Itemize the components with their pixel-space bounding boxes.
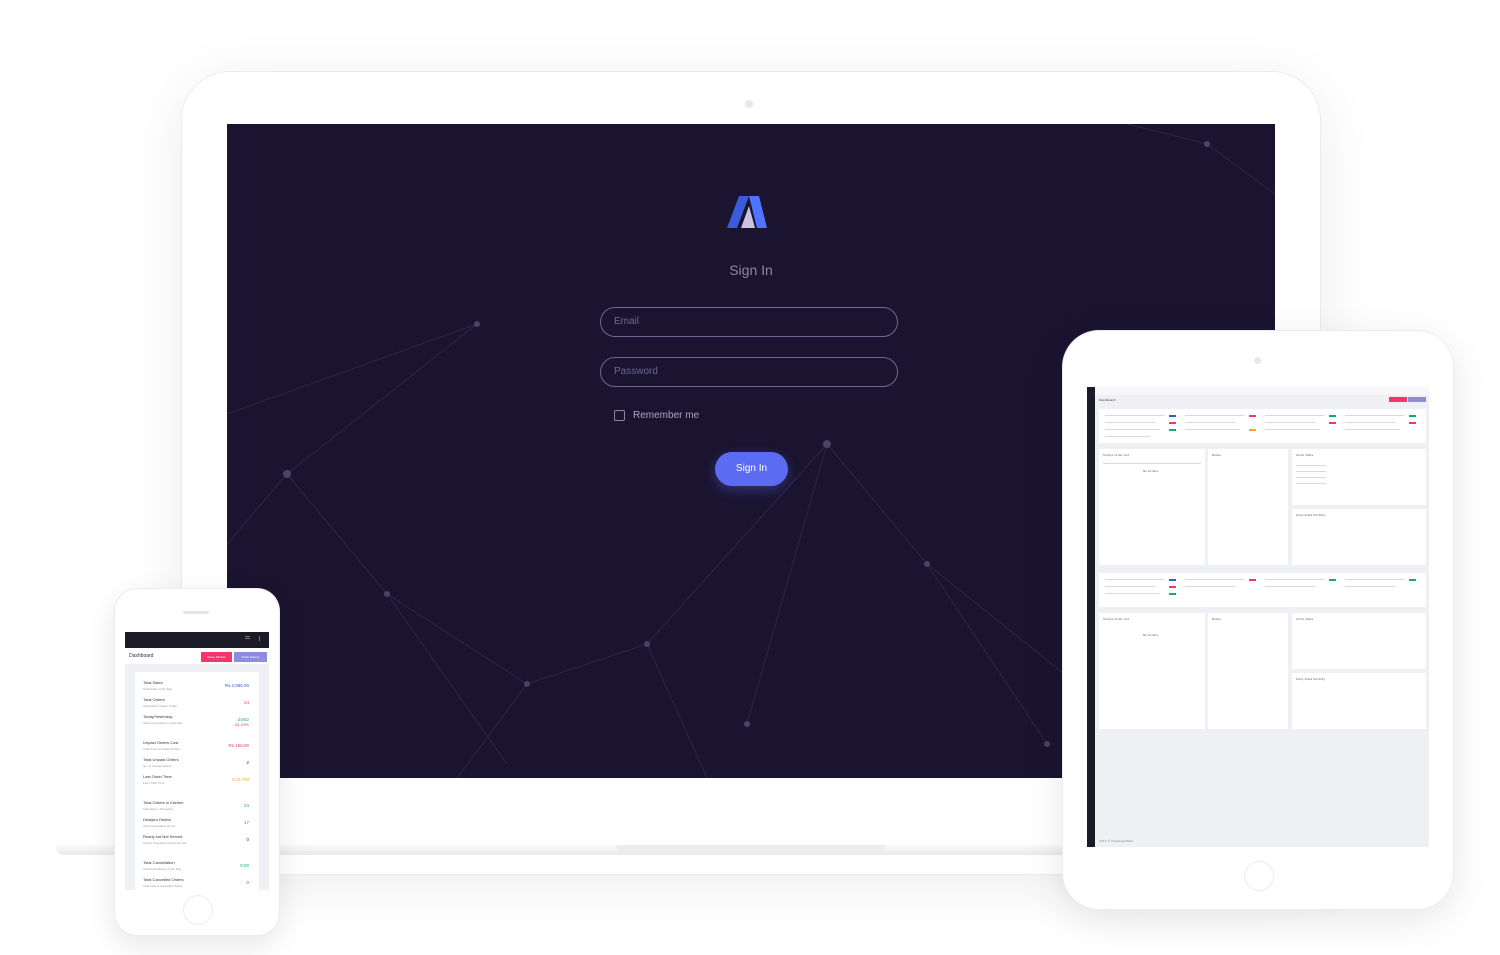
tablet-camera [1254,357,1261,364]
tablet-daily-stats-panel-2: Daily Stats Monthly [1292,673,1426,729]
stat-value: 0.00 [240,863,249,868]
stat-row: Total Cancellation Total Cancellation of … [135,860,259,876]
tablet-header-title: Dashboard [1099,398,1116,402]
tablet-notes-panel: Notes [1208,449,1288,565]
tablet-sidebar [1087,387,1095,847]
stat-label: Total Cancelled Orders [143,877,184,882]
tablet-daily-stats-panel: Daily Stats Monthly [1292,509,1426,565]
laptop-camera [745,100,753,108]
remember-me-checkbox[interactable] [614,410,625,421]
tablet-stats-card-2 [1099,573,1426,607]
remember-me-label: Remember me [633,410,700,421]
stat-value: 6:31 PM [232,777,249,782]
tablet-topbar [1095,387,1429,395]
tablet-order-list-panel-2: Todays Order List No Orders [1099,613,1205,729]
tablet-panel-title-orders: Todays Order List [1103,453,1129,457]
tablet-no-orders: No Orders [1143,469,1159,473]
tablet-panel-title-daily: Daily Stats Monthly [1296,513,1326,517]
tablet-notes-panel-2: Notes [1208,613,1288,729]
phone-page-title: Dashboard [129,653,154,659]
email-field[interactable]: Email [600,307,898,337]
stat-value: Rs.166.00 [228,743,249,748]
tablet-panel-title-stats-2: Order Stats [1296,617,1314,621]
stat-sub-label: Submitted + Preparing [143,807,173,811]
stat-row: Delayed Orders Order Exceeding 15 min 17 [135,817,259,833]
stat-label: Last Order Time [143,774,172,779]
tablet-panel-title-daily-2: Daily Stats Monthly [1296,677,1326,681]
phone-topbar [125,632,269,648]
tablet-order-list-panel: Todays Order List No Orders [1099,449,1205,565]
tablet-panel-title-notes-2: Notes [1212,617,1221,621]
tablet-order-stats-panel: Order Stats [1292,449,1426,505]
stat-label: Ready but Not Served [143,834,183,839]
stat-row: Total Cancelled Orders Total Orders Cance… [135,877,259,890]
stat-sub-label: Total Cancellation of the Day [143,867,182,871]
stat-label: Today/Yesterday [143,714,173,719]
stat-row: Unpaid Orders Cost Total Cost of Unpaid O… [135,740,259,756]
stat-sub-label: Total Orders Taken Today [143,704,177,708]
stat-value: 2 [246,760,249,765]
stat-label: Total Cancellation [143,860,175,865]
stat-row: Ready but Not Served Orders Prepared but … [135,834,259,850]
stat-label: Unpaid Orders Cost [143,740,179,745]
stat-label: Total Unpaid Orders [143,757,179,762]
close-kitchen-button[interactable]: Close Kitchen [201,652,232,662]
tablet-panel-title-notes: Notes [1212,453,1221,457]
stat-sub-label: Last Order Time [143,781,165,785]
stat-row: Last Order Time Last Order Time 6:31 PM [135,774,259,790]
stat-sub-label: Total Sales of the Day [143,687,173,691]
phone-device: Dashboard Close Kitchen Order History To… [115,589,279,935]
phone-home-button[interactable] [183,895,213,925]
laptop-notch [617,845,885,853]
phone-dashboard-screen: Dashboard Close Kitchen Order History To… [125,632,269,890]
signin-title: Sign In [729,262,773,278]
phone-speaker [183,611,209,614]
tablet-stats-card [1099,409,1426,443]
stat-sub-label: Sales Compared to Yesterday [143,721,183,725]
stat-value: 17 [243,820,249,825]
stat-sub-label: Total Cost of Unpaid Orders [143,747,181,751]
stat-sub-label: Order Exceeding 15 min [143,824,176,828]
tablet-device: Dashboard Todays Order List No Orders No… [1063,331,1453,909]
tablet-panel-title-orders-2: Todays Order List [1103,617,1129,621]
stat-value: 0 [246,880,249,885]
tablet-dashboard-screen: Dashboard Todays Order List No Orders No… [1087,387,1429,847]
stat-value: 24 [243,700,249,705]
tablet-order-stats-panel-2: Order Stats [1292,613,1426,669]
stat-row: Today/Yesterday Sales Compared to Yesterd… [135,714,259,730]
password-field[interactable]: Password [600,357,898,387]
stat-sub-label: No. of Unpaid Orders [143,764,172,768]
tablet-home-button[interactable] [1244,861,1274,891]
stat-label: Total Sales [143,680,163,685]
stat-value: 24 [243,803,249,808]
stat-label: Total Orders in Kitchen [143,800,184,805]
tablet-footer: 2019 © DeveloperMax [1099,839,1134,843]
stat-value-secondary: -61.29% [234,722,249,727]
stat-value: Rs.2,586.00 [224,683,249,688]
remember-me-row[interactable]: Remember me [614,410,699,421]
tablet-close-kitchen-button[interactable] [1389,397,1407,402]
tablet-panel-title-stats: Order Stats [1296,453,1314,457]
stat-row: Total Unpaid Orders No. of Unpaid Orders 2 [135,757,259,773]
menu-icon-line [245,638,250,639]
brand-logo [727,196,767,228]
stat-row: Total Orders in Kitchen Submitted + Prepa… [135,800,259,816]
stat-row: Total Orders Total Orders Taken Today 24 [135,697,259,713]
stat-value: 0 [246,837,249,842]
signin-button[interactable]: Sign In [715,452,788,486]
menu-icon[interactable] [245,636,250,637]
more-icon[interactable] [259,636,260,641]
stat-sub-label: Orders Prepared but Not Served [143,841,187,845]
stat-row: Total Sales Total Sales of the Day Rs.2,58… [135,680,259,696]
order-history-button[interactable]: Order History [234,652,267,662]
tablet-no-orders-2: No Orders [1143,633,1159,637]
tablet-order-history-button[interactable] [1408,397,1426,402]
stat-sub-label: Total Orders Cancelled Today [143,884,183,888]
stat-label: Delayed Orders [143,817,172,822]
stat-label: Total Orders [143,697,165,702]
